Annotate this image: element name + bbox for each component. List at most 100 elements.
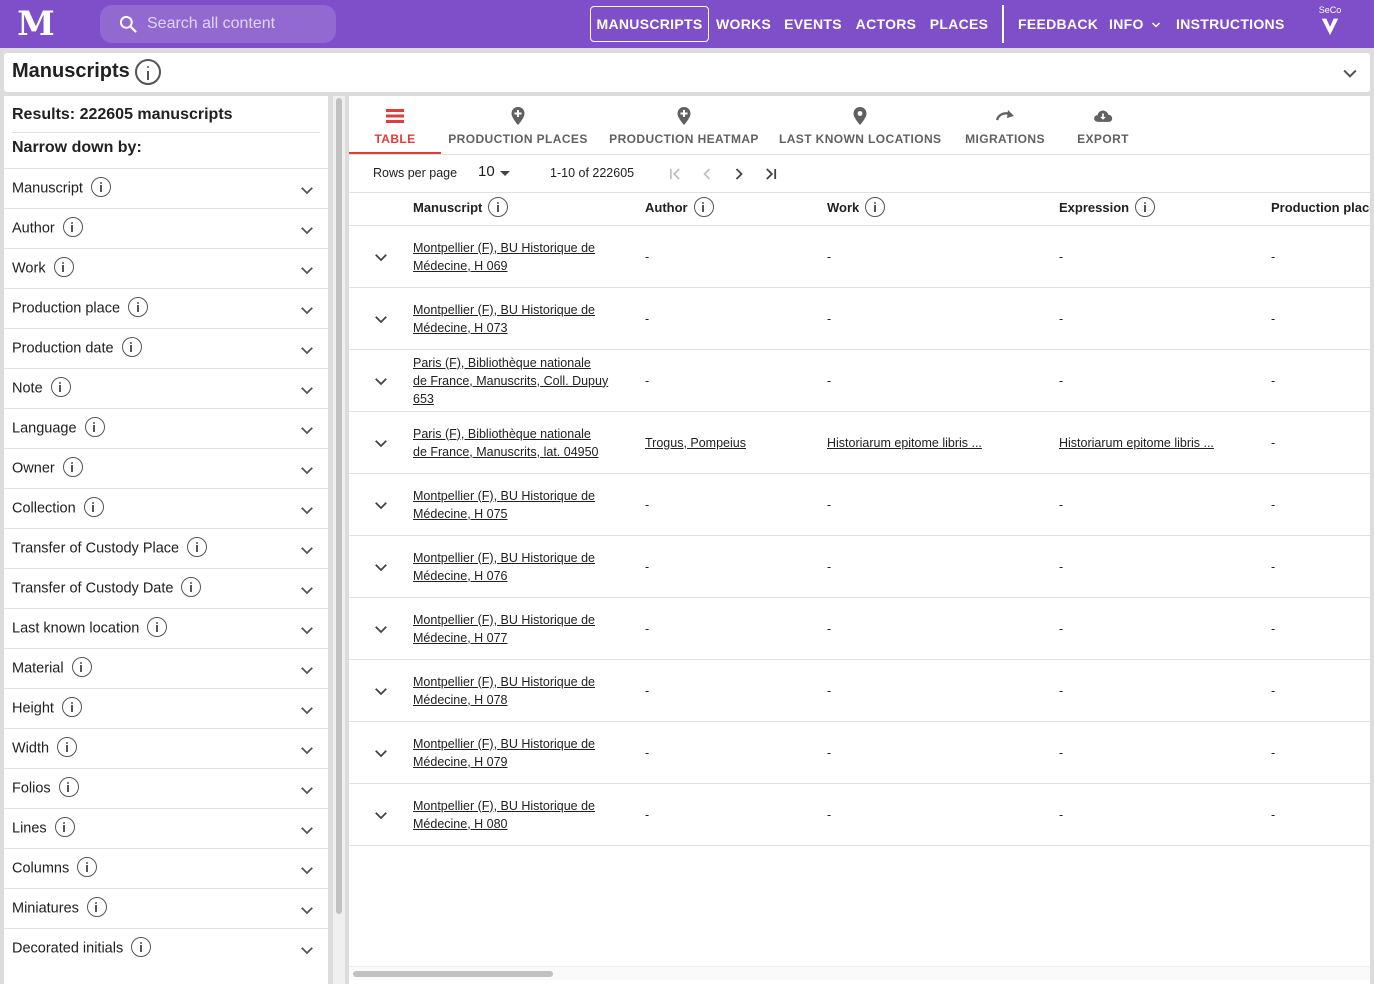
manuscript-link[interactable]: Paris (F), Bibliothèque nationale de Fran…: [413, 427, 599, 459]
info-icon[interactable]: [1135, 197, 1156, 218]
facet-work[interactable]: Work: [4, 248, 328, 288]
info-icon[interactable]: [62, 217, 83, 237]
manuscript-link-line[interactable]: Médecine, H 078: [413, 693, 508, 707]
scrollbar-thumb[interactable]: [336, 98, 342, 914]
table-horizontal-scrollbar[interactable]: [349, 966, 1370, 980]
facet-transfer-of-custody-place[interactable]: Transfer of Custody Place: [4, 528, 328, 568]
chevron-down-icon[interactable]: [298, 381, 316, 399]
nav-feedback[interactable]: FEEDBACK: [1018, 6, 1098, 42]
info-icon[interactable]: [71, 657, 92, 677]
chevron-down-icon[interactable]: [298, 781, 316, 799]
manuscript-link-line[interactable]: Paris (F), Bibliothèque nationale: [413, 356, 591, 370]
chevron-down-icon[interactable]: [298, 461, 316, 479]
info-icon[interactable]: [77, 857, 98, 877]
author-cell[interactable]: Trogus, Pompeius: [645, 434, 746, 452]
manuscript-cell[interactable]: Montpellier (F), BU Historique de Médecin…: [413, 301, 623, 337]
search-input[interactable]: [147, 5, 327, 43]
facet-width[interactable]: Width: [4, 728, 328, 768]
column-header-manuscript[interactable]: Manuscript: [413, 197, 509, 218]
facet-height[interactable]: Height: [4, 688, 328, 728]
search-box[interactable]: [100, 5, 336, 43]
tab-export[interactable]: EXPORT: [1069, 96, 1137, 154]
manuscript-link-line[interactable]: Médecine, H 073: [413, 321, 508, 335]
facet-transfer-of-custody-date[interactable]: Transfer of Custody Date: [4, 568, 328, 608]
chevron-down-icon[interactable]: [298, 821, 316, 839]
work-cell[interactable]: Historiarum epitome libris ...: [827, 434, 982, 452]
manuscript-link-line[interactable]: Montpellier (F), BU Historique de: [413, 675, 595, 689]
chevron-down-icon[interactable]: [298, 701, 316, 719]
facet-production-place[interactable]: Production place: [4, 288, 328, 328]
facet-language[interactable]: Language: [4, 408, 328, 448]
info-icon[interactable]: [83, 497, 104, 517]
manuscript-link-line[interactable]: Paris (F), Bibliothèque nationale: [413, 427, 591, 441]
chevron-down-icon[interactable]: [298, 301, 316, 319]
manuscript-cell[interactable]: Paris (F), Bibliothèque nationale de Fran…: [413, 354, 623, 408]
nav-places[interactable]: PLACES: [929, 6, 989, 42]
info-icon[interactable]: [58, 777, 79, 797]
manuscript-link-line[interactable]: Montpellier (F), BU Historique de: [413, 303, 595, 317]
manuscript-link-line[interactable]: Médecine, H 075: [413, 507, 508, 521]
info-icon[interactable]: [147, 617, 168, 637]
info-icon[interactable]: [488, 197, 509, 218]
chevron-down-icon[interactable]: [298, 181, 316, 199]
nav-events[interactable]: EVENTS: [783, 6, 843, 42]
column-header-work[interactable]: Work: [827, 197, 886, 218]
facet-material[interactable]: Material: [4, 648, 328, 688]
manuscript-link-line[interactable]: Montpellier (F), BU Historique de: [413, 551, 595, 565]
manuscript-link-line[interactable]: de France, Manuscrits, Coll. Dupuy: [413, 374, 608, 388]
info-icon[interactable]: [865, 197, 886, 218]
manuscript-link-line[interactable]: 653: [413, 392, 434, 406]
manuscript-link-line[interactable]: Médecine, H 069: [413, 259, 508, 273]
manuscript-cell[interactable]: Montpellier (F), BU Historique de Médecin…: [413, 549, 623, 585]
manuscript-cell[interactable]: Paris (F), Bibliothèque nationale de Fran…: [413, 425, 623, 461]
manuscript-link-line[interactable]: Médecine, H 080: [413, 817, 508, 831]
expression-cell-text[interactable]: Historiarum epitome libris ...: [1059, 436, 1214, 450]
author-cell-text[interactable]: Trogus, Pompeius: [645, 436, 746, 450]
expand-row-icon[interactable]: [372, 496, 390, 514]
info-icon[interactable]: [121, 337, 142, 357]
manuscript-link-line[interactable]: Montpellier (F), BU Historique de: [413, 737, 595, 751]
manuscript-link[interactable]: Montpellier (F), BU Historique de Médecin…: [413, 241, 595, 273]
manuscript-cell[interactable]: Montpellier (F), BU Historique de Médecin…: [413, 735, 623, 771]
facet-note[interactable]: Note: [4, 368, 328, 408]
expand-row-icon[interactable]: [372, 744, 390, 762]
manuscript-link[interactable]: Montpellier (F), BU Historique de Médecin…: [413, 489, 595, 521]
facet-owner[interactable]: Owner: [4, 448, 328, 488]
info-icon[interactable]: [128, 297, 149, 317]
chevron-down-icon[interactable]: [298, 661, 316, 679]
nav-instructions[interactable]: INSTRUCTIONS: [1176, 6, 1284, 42]
facet-production-date[interactable]: Production date: [4, 328, 328, 368]
chevron-down-icon[interactable]: [298, 941, 316, 959]
info-icon[interactable]: [86, 897, 107, 917]
expand-row-icon[interactable]: [372, 310, 390, 328]
info-icon[interactable]: [50, 377, 71, 397]
next-page-icon[interactable]: [729, 164, 749, 184]
nav-actors[interactable]: ACTORS: [855, 6, 917, 42]
manuscript-cell[interactable]: Montpellier (F), BU Historique de Médecin…: [413, 239, 623, 275]
manuscript-link[interactable]: Montpellier (F), BU Historique de Médecin…: [413, 551, 595, 583]
facet-collection[interactable]: Collection: [4, 488, 328, 528]
chevron-down-icon[interactable]: [298, 501, 316, 519]
chevron-down-icon[interactable]: [298, 621, 316, 639]
expand-row-icon[interactable]: [372, 620, 390, 638]
nav-manuscripts[interactable]: MANUSCRIPTS: [590, 6, 709, 42]
tab-production-places[interactable]: PRODUCTION PLACES: [447, 96, 589, 154]
column-header-author[interactable]: Author: [645, 197, 714, 218]
expand-row-icon[interactable]: [372, 434, 390, 452]
info-icon[interactable]: [181, 577, 202, 597]
expand-row-icon[interactable]: [372, 248, 390, 266]
column-header-expression[interactable]: Expression: [1059, 197, 1156, 218]
chevron-down-icon[interactable]: [298, 861, 316, 879]
column-header-production-place[interactable]: Production place: [1271, 200, 1370, 215]
manuscript-link-line[interactable]: de France, Manuscrits, lat. 04950: [413, 445, 599, 459]
info-icon[interactable]: [57, 737, 78, 757]
chevron-down-icon[interactable]: [1340, 63, 1360, 83]
last-page-icon[interactable]: [761, 164, 781, 184]
first-page-icon[interactable]: [665, 164, 685, 184]
manuscript-link[interactable]: Montpellier (F), BU Historique de Médecin…: [413, 613, 595, 645]
expand-row-icon[interactable]: [372, 682, 390, 700]
manuscript-link-line[interactable]: Montpellier (F), BU Historique de: [413, 241, 595, 255]
mmm-logo[interactable]: M: [17, 6, 55, 42]
tab-production-heatmap[interactable]: PRODUCTION HEATMAP: [607, 96, 761, 154]
chevron-down-icon[interactable]: [298, 581, 316, 599]
